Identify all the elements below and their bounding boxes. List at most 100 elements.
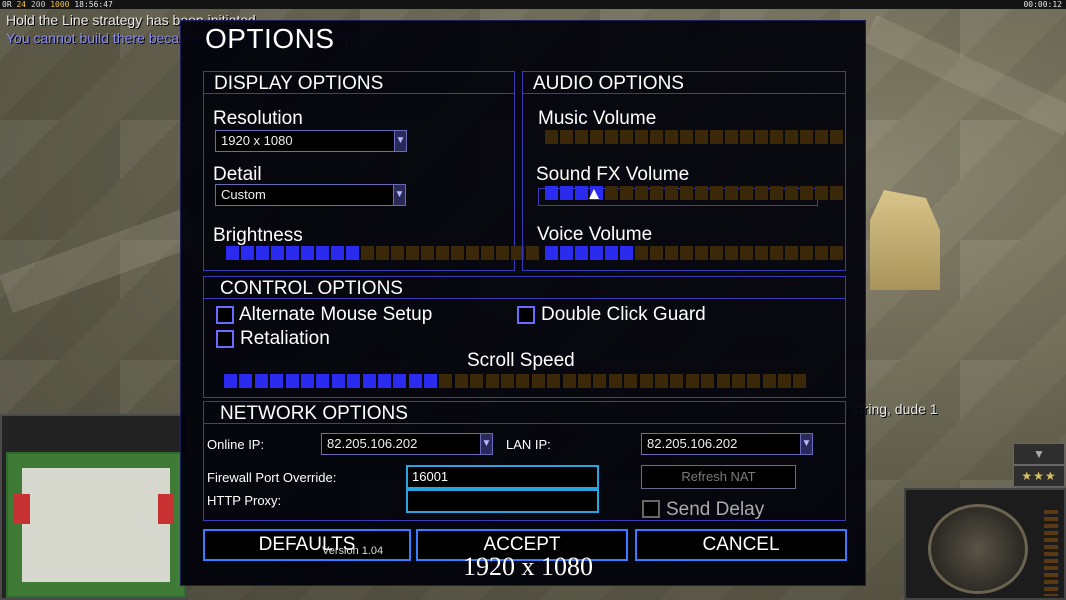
slider-segment xyxy=(710,130,723,144)
minimap-grass xyxy=(8,454,22,596)
control-options-panel: CONTROL OPTIONS Alternate Mouse Setup Do… xyxy=(203,276,846,398)
slider-segment xyxy=(830,186,843,200)
slider-segment xyxy=(406,246,419,260)
music-volume-label: Music Volume xyxy=(538,108,657,129)
firewall-port-label: Firewall Port Override: xyxy=(207,470,337,485)
slider-segment xyxy=(254,374,268,388)
dropdown-arrow-icon: ▼ xyxy=(800,434,812,454)
online-ip-dropdown[interactable]: 82.205.106.202 ▼ xyxy=(321,433,493,455)
slider-segment xyxy=(316,246,329,260)
slider-segment xyxy=(531,374,545,388)
clock-time: 18:56:47 xyxy=(74,0,113,9)
slider-segment xyxy=(285,374,299,388)
brightness-slider[interactable] xyxy=(226,246,539,260)
slider-segment xyxy=(793,374,807,388)
panel-header: NETWORK OPTIONS xyxy=(204,402,845,424)
slider-segment xyxy=(670,374,684,388)
slider-segment xyxy=(361,246,374,260)
resolution-dropdown[interactable]: 1920 x 1080 ▼ xyxy=(215,130,407,152)
slider-segment xyxy=(577,374,591,388)
slider-segment xyxy=(680,246,693,260)
send-delay-checkbox[interactable] xyxy=(642,500,660,518)
slider-segment xyxy=(680,186,693,200)
detail-dropdown[interactable]: Custom ▼ xyxy=(215,184,406,206)
lan-ip-dropdown[interactable]: 82.205.106.202 ▼ xyxy=(641,433,813,455)
dropdown-arrow-icon: ▼ xyxy=(480,434,492,454)
slider-segment xyxy=(740,130,753,144)
slider-segment xyxy=(815,130,828,144)
scroll-speed-label: Scroll Speed xyxy=(467,350,575,371)
display-options-panel: DISPLAY OPTIONS Resolution 1920 x 1080 ▼… xyxy=(203,71,539,271)
slider-segment xyxy=(785,186,798,200)
slider-segment xyxy=(560,130,573,144)
slider-segment xyxy=(436,246,449,260)
slider-segment xyxy=(731,374,745,388)
slider-segment xyxy=(593,374,607,388)
slider-segment xyxy=(224,374,237,388)
slider-segment xyxy=(562,374,576,388)
firewall-port-input[interactable]: 16001 xyxy=(406,465,599,489)
slider-segment xyxy=(710,186,723,200)
alternate-mouse-checkbox[interactable] xyxy=(216,306,234,324)
slider-segment xyxy=(347,374,361,388)
slider-segment xyxy=(680,130,693,144)
slider-segment xyxy=(408,374,422,388)
slider-segment xyxy=(740,246,753,260)
slider-segment xyxy=(271,246,284,260)
slider-segment xyxy=(470,374,484,388)
slider-segment xyxy=(605,246,618,260)
slider-segment xyxy=(501,374,515,388)
music-volume-slider[interactable] xyxy=(545,130,843,144)
hud-collapse-button[interactable]: ▼ xyxy=(1013,443,1065,465)
slider-segment xyxy=(481,246,494,260)
slider-segment xyxy=(454,374,468,388)
double-click-guard-checkbox[interactable] xyxy=(517,306,535,324)
slider-segment xyxy=(785,130,798,144)
resource-readout: 0R 24 200 1000 18:56:47 xyxy=(2,0,113,9)
hud-rank-button[interactable]: ★★★ xyxy=(1013,465,1065,487)
refresh-nat-button[interactable]: Refresh NAT xyxy=(641,465,796,489)
slider-segment xyxy=(270,374,284,388)
resolution-value: 1920 x 1080 xyxy=(221,133,293,148)
slider-segment xyxy=(496,246,509,260)
slider-thumb-icon[interactable] xyxy=(589,189,599,199)
minimap-grass xyxy=(8,454,184,468)
slider-segment xyxy=(815,186,828,200)
slider-segment xyxy=(770,246,783,260)
slider-segment xyxy=(665,130,678,144)
slider-segment xyxy=(620,130,633,144)
top-status-bar: 0R 24 200 1000 18:56:47 00:00:12 xyxy=(0,0,1066,9)
game-timer: 00:00:12 xyxy=(1023,0,1062,9)
slider-segment xyxy=(331,374,345,388)
retaliation-checkbox[interactable] xyxy=(216,330,234,348)
slider-segment xyxy=(778,374,792,388)
resource-value: 200 xyxy=(30,0,46,9)
slider-segment xyxy=(747,374,761,388)
slider-segment xyxy=(830,246,843,260)
minimap[interactable] xyxy=(0,414,188,600)
dialog-title: OPTIONS xyxy=(205,23,335,54)
brightness-label: Brightness xyxy=(213,225,303,246)
scroll-speed-slider[interactable] xyxy=(224,374,807,388)
panel-header: CONTROL OPTIONS xyxy=(204,277,845,299)
voice-volume-slider[interactable] xyxy=(545,246,843,260)
slider-segment xyxy=(241,246,254,260)
slider-segment xyxy=(650,246,663,260)
slider-segment xyxy=(421,246,434,260)
slider-segment xyxy=(545,246,558,260)
slider-segment xyxy=(755,186,768,200)
slider-segment xyxy=(439,374,453,388)
slider-segment xyxy=(256,246,269,260)
dropdown-arrow-icon: ▼ xyxy=(393,185,405,205)
slider-segment xyxy=(545,130,558,144)
cancel-button[interactable]: CANCEL xyxy=(635,529,847,561)
alternate-mouse-label: Alternate Mouse Setup xyxy=(239,304,433,325)
slider-segment xyxy=(725,246,738,260)
slider-segment xyxy=(377,374,391,388)
slider-segment xyxy=(226,246,239,260)
slider-segment xyxy=(624,374,638,388)
slider-segment xyxy=(755,130,768,144)
slider-segment xyxy=(516,374,530,388)
slider-segment xyxy=(725,130,738,144)
http-proxy-input[interactable] xyxy=(406,489,599,513)
